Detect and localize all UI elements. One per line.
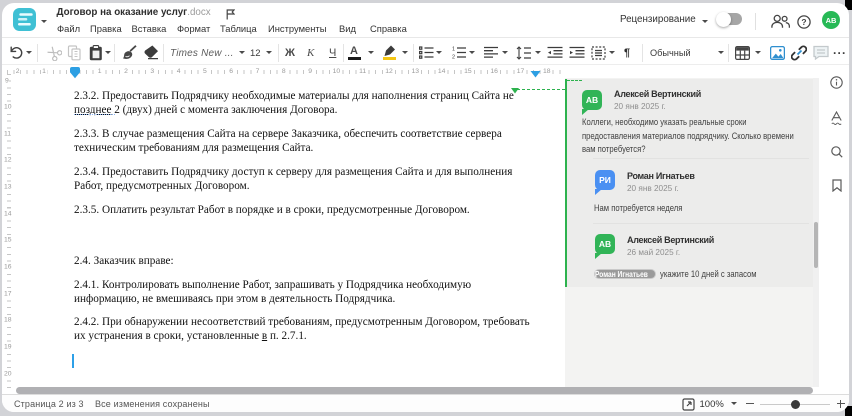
svg-text:2: 2 <box>452 55 455 60</box>
svg-text:?: ? <box>801 17 806 27</box>
svg-text:1: 1 <box>452 47 455 53</box>
